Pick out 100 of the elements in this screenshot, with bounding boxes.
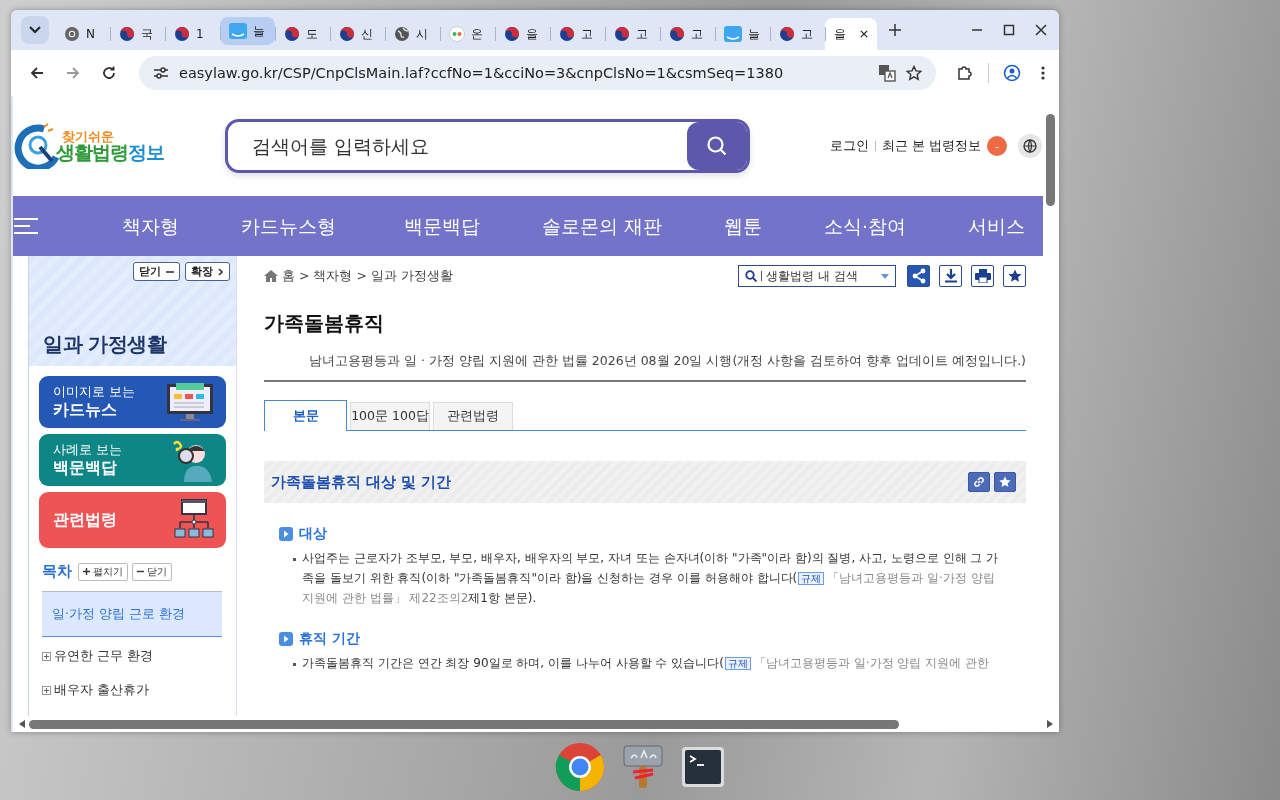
- expand-button[interactable]: 확장: [185, 262, 230, 281]
- chevron-down-icon: [29, 26, 41, 34]
- nav-link[interactable]: 솔로몬의 재판: [542, 213, 662, 239]
- globe-icon: [394, 26, 410, 42]
- forward-icon[interactable]: [65, 65, 81, 81]
- promo-card[interactable]: 이미지로 보는 카드뉴스: [39, 376, 226, 428]
- url-text: easylaw.go.kr/CSP/CnpClsMain.laf?ccfNo=1&cciNo=3&cnpClsNo=1&csmSeq=1380: [179, 65, 785, 81]
- app-logo-icon: [229, 23, 247, 39]
- nav-link[interactable]: 백문백답: [404, 213, 480, 239]
- browser-tab[interactable]: 을: [495, 18, 550, 50]
- toc-item[interactable]: 일·가정 양립 근로 환경: [42, 591, 222, 637]
- search-input[interactable]: 검색어를 입력하세요: [228, 135, 688, 157]
- browser-tab[interactable]: N: [55, 18, 110, 50]
- emblem-icon: [614, 26, 630, 42]
- expand-all-button[interactable]: 펼치기: [78, 562, 128, 581]
- favorite-button[interactable]: [1003, 265, 1026, 287]
- site-settings-icon[interactable]: [153, 66, 169, 80]
- tab-search-button[interactable]: [21, 16, 49, 44]
- scroll-left-icon[interactable]: [19, 720, 25, 728]
- link-button[interactable]: [968, 472, 990, 492]
- dropdown-arrow-icon[interactable]: [881, 273, 889, 279]
- print-button[interactable]: [971, 265, 994, 287]
- printer-icon: [974, 269, 991, 283]
- terminal-icon[interactable]: [681, 746, 725, 788]
- nav-link[interactable]: 서비스: [967, 213, 1025, 239]
- toc-item[interactable]: 유연한 근무 환경: [42, 639, 222, 673]
- toc-item[interactable]: 배우자 출산휴가: [42, 673, 222, 707]
- link-icon: [973, 476, 985, 488]
- emblem-icon: [339, 26, 355, 42]
- new-tab-icon[interactable]: [889, 24, 901, 36]
- count-badge: -: [987, 136, 1007, 156]
- browser-tab[interactable]: 도: [275, 18, 330, 50]
- content-tab[interactable]: 본문: [264, 400, 347, 431]
- collapse-all-button[interactable]: 닫기: [132, 562, 172, 581]
- download-button[interactable]: [939, 265, 962, 287]
- emblem-icon: [284, 26, 300, 42]
- close-icon[interactable]: [1035, 24, 1047, 36]
- browser-tab[interactable]: 온: [440, 18, 495, 50]
- plus-box-icon[interactable]: [42, 685, 51, 695]
- nav-link[interactable]: 책자형: [122, 213, 179, 239]
- seal-icon: [449, 26, 465, 42]
- reload-icon[interactable]: [101, 65, 117, 81]
- search-icon: [706, 135, 729, 157]
- star-icon: [1007, 269, 1022, 283]
- maximize-icon[interactable]: [1003, 24, 1015, 36]
- star-icon: [999, 476, 1011, 488]
- play-bullet-icon: [279, 632, 293, 647]
- category-title: 일과 가정생활: [43, 331, 168, 358]
- extensions-icon[interactable]: [956, 64, 974, 82]
- browser-tab[interactable]: 늘: [715, 18, 770, 50]
- back-icon[interactable]: [29, 65, 45, 81]
- play-bullet-icon: [279, 527, 293, 541]
- browser-tab[interactable]: 국: [110, 18, 165, 50]
- translate-icon[interactable]: [878, 64, 896, 82]
- browser-tab[interactable]: 고: [550, 18, 605, 50]
- browser-tab[interactable]: 고: [660, 18, 715, 50]
- law-chart-icon: [174, 499, 214, 541]
- plus-box-icon[interactable]: [42, 651, 51, 661]
- content-tab[interactable]: 관련법령: [433, 402, 513, 430]
- browser-tab[interactable]: 고: [605, 18, 660, 50]
- browser-tab[interactable]: 을: [825, 18, 877, 50]
- promo-card[interactable]: 사례로 보는 백문백답: [39, 434, 226, 486]
- site-search-bar[interactable]: 생활법령 내 검색: [738, 265, 896, 287]
- person-magnifier-icon: [170, 438, 214, 482]
- profile-icon[interactable]: [1003, 64, 1021, 82]
- address-bar[interactable]: easylaw.go.kr/CSP/CnpClsMain.laf?ccfNo=1&cciNo=3&cnpClsNo=1&csmSeq=1380: [139, 56, 936, 90]
- bookmark-star-icon[interactable]: [906, 65, 922, 81]
- sign-post-icon[interactable]: [623, 744, 663, 790]
- download-icon: [943, 269, 958, 283]
- close-icon[interactable]: [860, 29, 868, 39]
- collapse-button[interactable]: 닫기: [133, 262, 180, 281]
- emblem-icon: [119, 26, 135, 42]
- nav-link[interactable]: 웹툰: [723, 213, 762, 239]
- emblem-icon: [779, 26, 795, 42]
- nav-link[interactable]: 소식·참여: [823, 213, 906, 239]
- favorite-button[interactable]: [994, 472, 1016, 492]
- browser-tab[interactable]: 시: [385, 18, 440, 50]
- menu-icon[interactable]: [1041, 65, 1045, 81]
- recent-laws-link[interactable]: 최근 본 법령정보: [882, 137, 981, 155]
- share-button[interactable]: [907, 265, 930, 287]
- login-link[interactable]: 로그인: [830, 137, 870, 155]
- language-globe-icon[interactable]: [1017, 133, 1043, 159]
- logo-title: 생활법령정보: [56, 143, 164, 162]
- home-icon[interactable]: [264, 270, 278, 282]
- search-button[interactable]: [687, 122, 748, 170]
- browser-tab[interactable]: 고: [770, 18, 825, 50]
- share-icon: [910, 268, 927, 284]
- browser-tab[interactable]: 신: [330, 18, 385, 50]
- horizontal-scrollbar[interactable]: [11, 716, 1059, 732]
- nav-link[interactable]: 카드뉴스형: [241, 213, 336, 239]
- regulation-tag[interactable]: 규제: [724, 657, 751, 671]
- chrome-icon[interactable]: [555, 742, 605, 792]
- browser-tab[interactable]: 늘: [220, 17, 275, 45]
- browser-tab[interactable]: 1: [165, 18, 220, 50]
- search-bar[interactable]: 검색어를 입력하세요: [225, 119, 751, 173]
- regulation-tag[interactable]: 규제: [798, 571, 825, 585]
- subsection-title: 휴직 기간: [299, 630, 360, 649]
- scroll-right-icon[interactable]: [1047, 720, 1053, 728]
- search-icon: [745, 270, 757, 282]
- content-tab[interactable]: 100문 100답: [350, 402, 430, 430]
